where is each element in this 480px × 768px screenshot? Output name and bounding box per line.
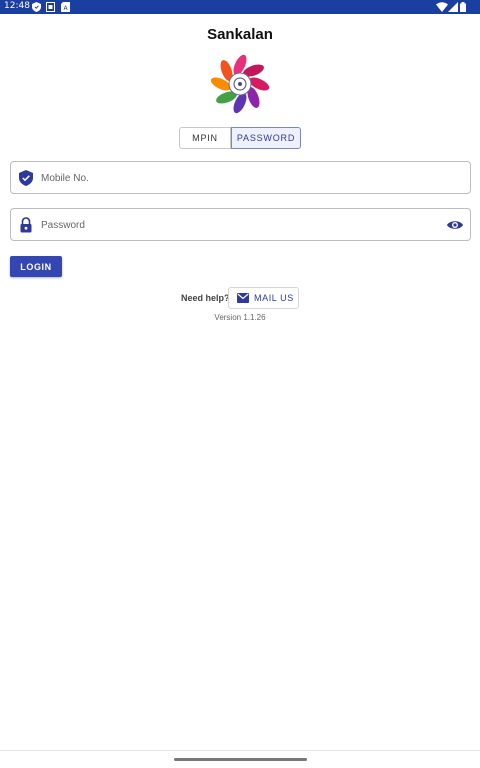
mobile-field[interactable]: [10, 161, 471, 194]
battery-icon: [460, 2, 466, 12]
password-field[interactable]: [10, 208, 471, 241]
help-row: Need help? MAIL US: [0, 287, 480, 309]
password-tab[interactable]: PASSWORD: [231, 127, 301, 149]
wifi-icon: [436, 2, 448, 12]
shield-status-icon: [32, 2, 41, 12]
status-bar: 12:48 A: [0, 0, 480, 14]
home-gesture-handle[interactable]: [174, 758, 307, 761]
mpin-tab[interactable]: MPIN: [179, 127, 231, 149]
mail-icon: [237, 293, 249, 303]
sim-status-icon: [46, 2, 55, 12]
mail-us-label: MAIL US: [254, 293, 294, 303]
sd-card-status-icon: A: [61, 2, 70, 12]
lock-icon: [20, 217, 32, 233]
login-mode-toggle: MPIN PASSWORD: [179, 127, 301, 149]
login-button[interactable]: LOGIN: [10, 256, 62, 277]
app-logo: [210, 54, 270, 114]
shield-check-icon: [19, 170, 33, 186]
mail-us-button[interactable]: MAIL US: [228, 287, 299, 309]
mobile-input[interactable]: [41, 168, 441, 188]
need-help-label: Need help?: [181, 293, 230, 303]
status-time: 12:48: [4, 1, 30, 11]
password-input[interactable]: [41, 215, 441, 235]
app-title: Sankalan: [207, 26, 273, 43]
version-label: Version 1.1.26: [214, 313, 266, 322]
navigation-bar: [0, 750, 480, 768]
signal-icon: [448, 2, 458, 12]
eye-icon[interactable]: [447, 218, 463, 232]
